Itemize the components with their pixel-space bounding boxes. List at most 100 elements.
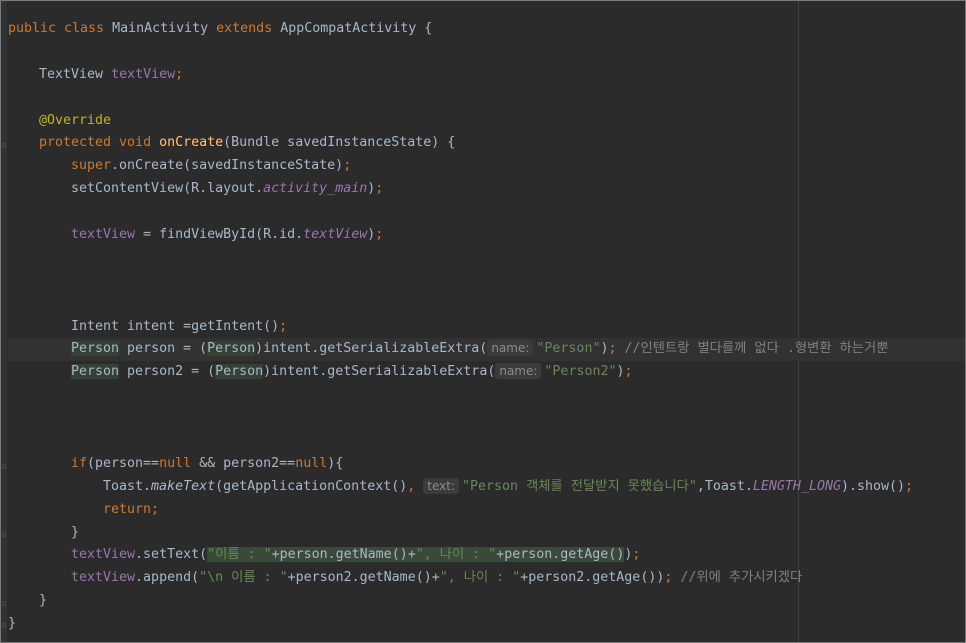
- code-line-empty[interactable]: [8, 407, 965, 430]
- code-line[interactable]: }: [8, 613, 965, 636]
- semicolon: ;: [905, 478, 914, 494]
- type-name: Person: [215, 364, 264, 380]
- code-line-current[interactable]: Person person = (Person)intent.getSerial…: [8, 338, 965, 362]
- code-text: ,Toast.: [696, 478, 753, 494]
- parameter-hint: name:: [487, 340, 534, 357]
- code-text: .onCreate(savedInstanceState): [111, 158, 344, 174]
- code-text: )intent.getSerializableExtra(: [263, 364, 496, 380]
- code-line-empty[interactable]: [8, 270, 965, 293]
- type-name: TextView: [39, 66, 112, 82]
- code-line-empty[interactable]: [8, 247, 965, 270]
- field-name: textView: [111, 66, 176, 82]
- code-editor[interactable]: ▫ ▫ ▫ ▫ ▫ public class MainActivity exte…: [0, 0, 966, 643]
- code-text: ).show(): [840, 478, 906, 494]
- semicolon: ;: [624, 364, 633, 380]
- code-line-empty[interactable]: [8, 201, 965, 224]
- brace: }: [71, 524, 80, 540]
- keyword: super: [71, 158, 112, 174]
- code-line[interactable]: textView.setText("이름 : "+person.getName(…: [8, 544, 965, 567]
- keyword: return: [103, 501, 152, 517]
- parameter-hint: name:: [495, 363, 542, 380]
- code-text: +person2.getName()+: [287, 570, 440, 586]
- class-name: MainActivity: [112, 21, 217, 36]
- string-literal: "이름 : ": [207, 547, 272, 563]
- string-literal: "\n 이름 : ": [199, 570, 288, 586]
- string-literal: "Person 객체를 전달받지 못했습니다": [462, 478, 697, 494]
- code-line[interactable]: @Override: [8, 110, 965, 133]
- code-line[interactable]: super.onCreate(savedInstanceState);: [8, 155, 965, 178]
- semicolon: ;: [375, 227, 384, 243]
- code-text: Intent intent =getIntent(): [71, 318, 280, 334]
- field-name: textView: [71, 547, 136, 563]
- code-line[interactable]: }: [8, 522, 965, 545]
- code-text: .append(: [135, 570, 200, 586]
- semicolon: ;: [375, 181, 384, 197]
- code-text: (Bundle savedInstanceState) {: [223, 135, 456, 151]
- string-literal: ", 나이 : ": [415, 547, 497, 563]
- string-literal: "Person": [536, 341, 601, 357]
- code-text: (getApplicationContext(): [215, 478, 408, 494]
- field-name: textView: [71, 227, 136, 243]
- comment: //인텐트랑 별다를께 없다 .형변환 하는거뿐: [616, 341, 889, 357]
- code-text: +person.getName()+: [271, 547, 416, 563]
- code-text: .setText(: [135, 547, 208, 563]
- code-line[interactable]: TextView textView;: [8, 64, 965, 87]
- code-text: (person==: [87, 455, 160, 471]
- static-field: LENGTH_LONG: [752, 478, 841, 494]
- code-text: person2 = (: [119, 364, 216, 380]
- fold-marker-icon[interactable]: ▫: [1, 462, 7, 472]
- code-line[interactable]: Intent intent =getIntent();: [8, 316, 965, 339]
- code-line[interactable]: Person person2 = (Person)intent.getSeria…: [8, 361, 965, 384]
- comma: ,: [407, 478, 416, 494]
- method-name: onCreate: [159, 135, 224, 151]
- semicolon: ;: [279, 318, 288, 334]
- code-text: )intent.getSerializableExtra(: [255, 341, 488, 357]
- editor-gutter[interactable]: [1, 1, 7, 642]
- field-name: textView: [71, 570, 136, 586]
- code-text: ): [616, 364, 625, 380]
- static-field: activity_main: [263, 181, 368, 197]
- code-text: setContentView(R.layout.: [71, 181, 264, 197]
- type-name: Person: [207, 341, 256, 357]
- keyword: if: [71, 455, 88, 471]
- code-text: Toast.: [103, 478, 152, 494]
- keyword: null: [295, 455, 328, 471]
- code-line-empty[interactable]: [8, 293, 965, 316]
- code-line[interactable]: if(person==null && person2==null){: [8, 453, 965, 476]
- code-line[interactable]: protected void onCreate(Bundle savedInst…: [8, 132, 965, 155]
- fold-marker-icon[interactable]: ▫: [1, 599, 7, 609]
- semicolon: ;: [175, 66, 184, 82]
- type-name: Person: [71, 341, 120, 357]
- keyword: extends: [216, 21, 281, 36]
- code-line-empty[interactable]: [8, 87, 965, 110]
- type-name: Person: [71, 364, 120, 380]
- code-line[interactable]: public class MainActivity extends AppCom…: [8, 18, 965, 41]
- static-field: textView: [303, 227, 368, 243]
- code-line-empty[interactable]: [8, 430, 965, 453]
- code-line-empty[interactable]: [8, 384, 965, 407]
- code-line-empty[interactable]: [8, 41, 965, 64]
- semicolon: ;: [343, 158, 352, 174]
- code-line[interactable]: }: [8, 590, 965, 613]
- code-text: && person2==: [191, 455, 296, 471]
- annotation: @Override: [39, 112, 112, 128]
- code-line[interactable]: Toast.makeText(getApplicationContext(), …: [8, 476, 965, 499]
- semicolon: ;: [632, 547, 641, 563]
- code-text: +person.getAge(): [496, 547, 625, 563]
- fold-marker-icon[interactable]: ▫: [1, 530, 7, 540]
- string-literal: "Person2": [544, 364, 617, 380]
- code-line[interactable]: textView.append("\n 이름 : "+person2.getNa…: [8, 567, 965, 590]
- brace: }: [39, 593, 48, 609]
- parameter-hint: text:: [423, 477, 459, 494]
- fold-marker-icon[interactable]: ▫: [1, 621, 7, 631]
- fold-marker-icon[interactable]: ▫: [1, 141, 7, 151]
- code-text: person = (: [119, 341, 208, 357]
- code-area[interactable]: public class MainActivity extends AppCom…: [8, 18, 965, 636]
- static-method: makeText: [151, 478, 216, 494]
- code-line[interactable]: setContentView(R.layout.activity_main);: [8, 178, 965, 201]
- code-line[interactable]: return;: [8, 499, 965, 522]
- brace: }: [8, 616, 17, 632]
- code-line[interactable]: textView = findViewById(R.id.textView);: [8, 224, 965, 247]
- comment: //위에 추가시키겠다: [672, 570, 803, 586]
- semicolon: ;: [151, 501, 160, 517]
